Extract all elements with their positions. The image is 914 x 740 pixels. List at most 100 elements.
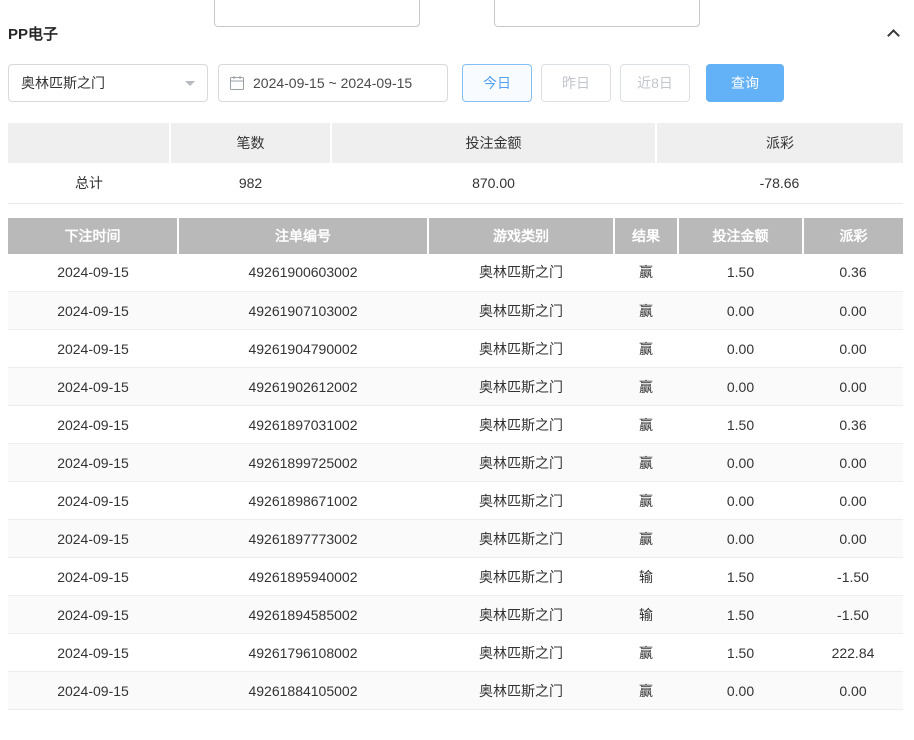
cell-payout: 0.00 [803,367,903,406]
cell-result: 赢 [614,633,678,672]
cell-game-type: 奥林匹斯之门 [428,367,614,406]
cell-game-type: 奥林匹斯之门 [428,253,614,292]
cell-result: 赢 [614,519,678,558]
cell-game-type: 奥林匹斯之门 [428,291,614,330]
cell-payout: 0.36 [803,405,903,444]
cell-bet-amount: 1.50 [678,405,803,444]
summary-total-bet-amount: 870.00 [331,163,656,204]
bets-header-bet-time: 下注时间 [8,217,179,254]
cell-payout: 0.00 [803,443,903,482]
cell-order-no: 49261902612002 [178,367,428,406]
cell-payout: -1.50 [803,595,903,634]
cropped-input-right[interactable] [494,0,700,27]
cell-payout: 0.00 [803,329,903,368]
collapse-button[interactable] [883,23,903,43]
summary-header-bet-amount: 投注金额 [331,123,657,163]
table-row: 2024-09-15 49261897773002 奥林匹斯之门 赢 0.00 … [8,519,903,558]
cell-payout: 0.00 [803,519,903,558]
cell-game-type: 奥林匹斯之门 [428,519,614,558]
cell-result: 输 [614,557,678,596]
cell-order-no: 49261897773002 [178,519,428,558]
table-row: 2024-09-15 49261898671002 奥林匹斯之门 赢 0.00 … [8,481,903,520]
cell-result: 输 [614,595,678,634]
bets-header-payout: 派彩 [803,217,903,254]
cell-payout: -1.50 [803,557,903,596]
cell-bet-amount: 1.50 [678,253,803,292]
cell-bet-amount: 0.00 [678,329,803,368]
cell-game-type: 奥林匹斯之门 [428,671,614,710]
table-row: 2024-09-15 49261894585002 奥林匹斯之门 输 1.50 … [8,595,903,634]
table-row: 2024-09-15 49261884105002 奥林匹斯之门 赢 0.00 … [8,671,903,710]
cell-bet-time: 2024-09-15 [8,519,178,558]
cell-order-no: 49261900603002 [178,253,428,292]
cell-bet-time: 2024-09-15 [8,367,178,406]
game-select[interactable]: 奥林匹斯之门 [8,64,208,102]
summary-total-payout: -78.66 [656,163,903,204]
cell-order-no: 49261907103002 [178,291,428,330]
summary-total-row: 总计 982 870.00 -78.66 [8,163,903,204]
cell-game-type: 奥林匹斯之门 [428,595,614,634]
summary-header-payout: 派彩 [656,123,903,163]
cell-game-type: 奥林匹斯之门 [428,405,614,444]
bets-header-row: 下注时间 注单编号 游戏类别 结果 投注金额 派彩 [8,217,903,254]
table-row: 2024-09-15 49261796108002 奥林匹斯之门 赢 1.50 … [8,633,903,672]
cell-result: 赢 [614,671,678,710]
pp-electronic-panel: PP电子 奥林匹斯之门 2024-09-15 ~ 2024-09-15 今日 昨… [0,20,914,710]
summary-header-count: 笔数 [170,123,332,163]
date-range-value: 2024-09-15 ~ 2024-09-15 [253,75,413,91]
cell-result: 赢 [614,329,678,368]
cell-bet-amount: 0.00 [678,291,803,330]
cell-bet-time: 2024-09-15 [8,329,178,368]
cropped-input-left[interactable] [214,0,420,27]
filter-row: 奥林匹斯之门 2024-09-15 ~ 2024-09-15 今日 昨日 近8日… [8,64,903,102]
cell-result: 赢 [614,481,678,520]
cell-bet-time: 2024-09-15 [8,671,178,710]
bets-header-bet-amount: 投注金额 [678,217,804,254]
summary-total-label: 总计 [8,163,170,204]
cell-bet-time: 2024-09-15 [8,481,178,520]
cell-bet-amount: 0.00 [678,443,803,482]
quick-range-today-button[interactable]: 今日 [462,64,532,102]
cell-result: 赢 [614,291,678,330]
cell-bet-time: 2024-09-15 [8,633,178,672]
cell-bet-time: 2024-09-15 [8,253,178,292]
game-select-value: 奥林匹斯之门 [21,75,105,91]
cell-game-type: 奥林匹斯之门 [428,557,614,596]
cell-order-no: 49261898671002 [178,481,428,520]
cell-payout: 222.84 [803,633,903,672]
cell-result: 赢 [614,367,678,406]
panel-title: PP电子 [8,25,59,43]
date-range-input[interactable]: 2024-09-15 ~ 2024-09-15 [218,64,448,102]
cell-result: 赢 [614,253,678,292]
cell-bet-amount: 0.00 [678,481,803,520]
cell-game-type: 奥林匹斯之门 [428,633,614,672]
cell-payout: 0.00 [803,291,903,330]
cell-order-no: 49261796108002 [178,633,428,672]
table-row: 2024-09-15 49261902612002 奥林匹斯之门 赢 0.00 … [8,367,903,406]
calendar-icon [230,76,244,90]
table-row: 2024-09-15 49261897031002 奥林匹斯之门 赢 1.50 … [8,405,903,444]
cell-game-type: 奥林匹斯之门 [428,329,614,368]
chevron-down-icon [185,80,195,91]
search-button[interactable]: 查询 [706,64,784,102]
cell-order-no: 49261904790002 [178,329,428,368]
cell-payout: 0.36 [803,253,903,292]
cell-order-no: 49261894585002 [178,595,428,634]
table-row: 2024-09-15 49261904790002 奥林匹斯之门 赢 0.00 … [8,329,903,368]
cell-game-type: 奥林匹斯之门 [428,481,614,520]
cell-order-no: 49261899725002 [178,443,428,482]
cell-bet-amount: 0.00 [678,671,803,710]
quick-range-last8days-button[interactable]: 近8日 [620,64,690,102]
cell-bet-amount: 1.50 [678,633,803,672]
quick-range-yesterday-button[interactable]: 昨日 [541,64,611,102]
cell-bet-time: 2024-09-15 [8,557,178,596]
summary-header-blank [8,123,171,163]
bets-header-result: 结果 [614,217,679,254]
cell-payout: 0.00 [803,671,903,710]
cell-bet-time: 2024-09-15 [8,443,178,482]
cell-bet-time: 2024-09-15 [8,405,178,444]
cell-order-no: 49261897031002 [178,405,428,444]
cell-bet-time: 2024-09-15 [8,595,178,634]
cell-result: 赢 [614,405,678,444]
cell-order-no: 49261884105002 [178,671,428,710]
